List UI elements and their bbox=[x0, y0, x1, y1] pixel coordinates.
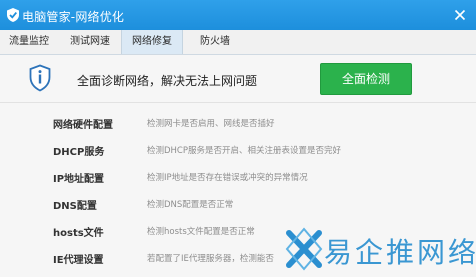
check-item-desc: 若配置了IE代理服务器，检测能否 bbox=[147, 254, 274, 264]
window-title: 电脑管家-网络优化 bbox=[22, 10, 125, 24]
check-item-desc: 检测网卡是否启用、网线是否插好 bbox=[147, 119, 275, 129]
check-item-name: hosts文件 bbox=[53, 228, 104, 239]
tab-bar: 流量监控 测试网速 网络修复 防火墙 bbox=[0, 30, 476, 55]
tab-network-repair[interactable]: 网络修复 bbox=[121, 30, 183, 54]
watermark: 易企推网络 bbox=[282, 225, 476, 275]
tab-traffic-monitor[interactable]: 流量监控 bbox=[0, 30, 58, 54]
check-item: 网络硬件配置 检测网卡是否启用、网线是否插好 bbox=[0, 112, 476, 134]
close-icon[interactable] bbox=[452, 7, 468, 23]
check-item-desc: 检测IP地址是否存在错误或冲突的异常情况 bbox=[147, 173, 308, 183]
diagnosis-banner: 全面诊断网络，解决无法上网问题 全面检测 bbox=[0, 55, 476, 103]
shield-logo-icon bbox=[7, 8, 19, 22]
check-item-name: DHCP服务 bbox=[53, 147, 105, 158]
tab-firewall[interactable]: 防火墙 bbox=[186, 30, 244, 54]
banner-headline: 全面诊断网络，解决无法上网问题 bbox=[77, 74, 258, 88]
check-item-name: IE代理设置 bbox=[53, 255, 104, 266]
full-scan-button[interactable]: 全面检测 bbox=[320, 63, 412, 95]
check-item-desc: 检测DNS配置是否正常 bbox=[147, 200, 234, 210]
watermark-text: 易企推网络 bbox=[324, 236, 476, 269]
watermark-logo-icon bbox=[285, 227, 323, 271]
check-item-name: IP地址配置 bbox=[53, 174, 105, 185]
check-item-name: 网络硬件配置 bbox=[53, 120, 113, 131]
check-item-desc: 检测hosts文件配置是否正常 bbox=[147, 227, 255, 237]
check-item-name: DNS配置 bbox=[53, 201, 97, 212]
check-item: DHCP服务 检测DHCP服务是否开启、相关注册表设置是否完好 bbox=[0, 139, 476, 161]
tab-speed-test[interactable]: 测试网速 bbox=[62, 30, 118, 54]
info-shield-icon bbox=[29, 64, 51, 92]
check-item: DNS配置 检测DNS配置是否正常 bbox=[0, 193, 476, 215]
check-item: IP地址配置 检测IP地址是否存在错误或冲突的异常情况 bbox=[0, 166, 476, 188]
check-item-desc: 检测DHCP服务是否开启、相关注册表设置是否完好 bbox=[147, 146, 341, 156]
title-bar: 电脑管家-网络优化 bbox=[0, 0, 476, 30]
